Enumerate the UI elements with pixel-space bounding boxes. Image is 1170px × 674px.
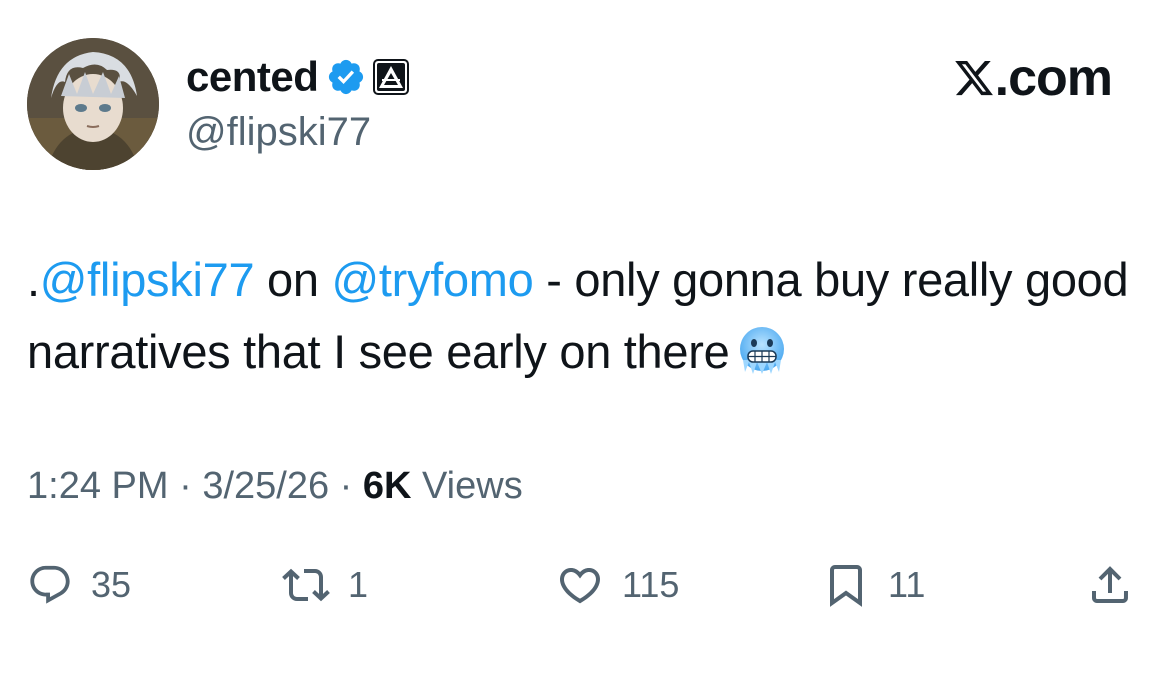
bookmark-count: 11 bbox=[888, 564, 926, 605]
mention-link-tryfomo[interactable]: @tryfomo bbox=[331, 253, 533, 306]
tweet-text-segment: on bbox=[254, 253, 332, 306]
heart-icon bbox=[559, 568, 601, 604]
avatar[interactable] bbox=[27, 38, 159, 170]
tweet-meta: 1:24 PM · 3/25/26 · 6K Views bbox=[27, 462, 523, 510]
repost-count: 1 bbox=[348, 564, 369, 605]
tweet-time[interactable]: 1:24 PM bbox=[27, 465, 169, 507]
share-icon bbox=[1092, 566, 1128, 603]
bookmark-button[interactable]: 11 bbox=[822, 560, 925, 610]
reply-button[interactable]: 35 bbox=[27, 560, 131, 610]
tweet-card: cented @flipski77 .com .@flipski77 on @t… bbox=[0, 0, 1170, 674]
tweet-actions-bar: 35 1 115 11 bbox=[0, 560, 1170, 610]
tweet-text-prefix: . bbox=[27, 253, 40, 306]
like-count: 115 bbox=[622, 564, 680, 605]
tweet-text: .@flipski77 on @tryfomo - only gonna buy… bbox=[27, 244, 1137, 388]
repost-button[interactable]: 1 bbox=[282, 560, 368, 610]
like-button[interactable]: 115 bbox=[556, 560, 679, 610]
affiliate-badge-icon[interactable] bbox=[372, 58, 410, 96]
share-button[interactable] bbox=[1086, 560, 1134, 610]
mention-link-flipski77[interactable]: @flipski77 bbox=[40, 253, 255, 306]
meta-separator: · bbox=[329, 465, 363, 507]
author-display-name[interactable]: cented bbox=[186, 52, 319, 102]
repost-icon bbox=[282, 568, 330, 602]
x-logo-icon bbox=[953, 57, 995, 99]
reply-count: 35 bbox=[91, 564, 132, 605]
tweet-date[interactable]: 3/25/26 bbox=[202, 465, 329, 507]
site-mark: .com bbox=[953, 48, 1113, 108]
author-name-row: cented bbox=[186, 52, 410, 102]
verified-badge-icon[interactable] bbox=[326, 57, 366, 97]
cold-face-emoji-icon bbox=[735, 324, 789, 378]
site-domain-label: .com bbox=[994, 49, 1113, 107]
author-handle[interactable]: @flipski77 bbox=[186, 108, 371, 156]
views-count[interactable]: 6K bbox=[363, 465, 412, 507]
meta-separator: · bbox=[168, 465, 203, 507]
reply-icon bbox=[30, 565, 70, 604]
views-label: Views bbox=[411, 465, 523, 507]
bookmark-icon bbox=[830, 565, 862, 607]
